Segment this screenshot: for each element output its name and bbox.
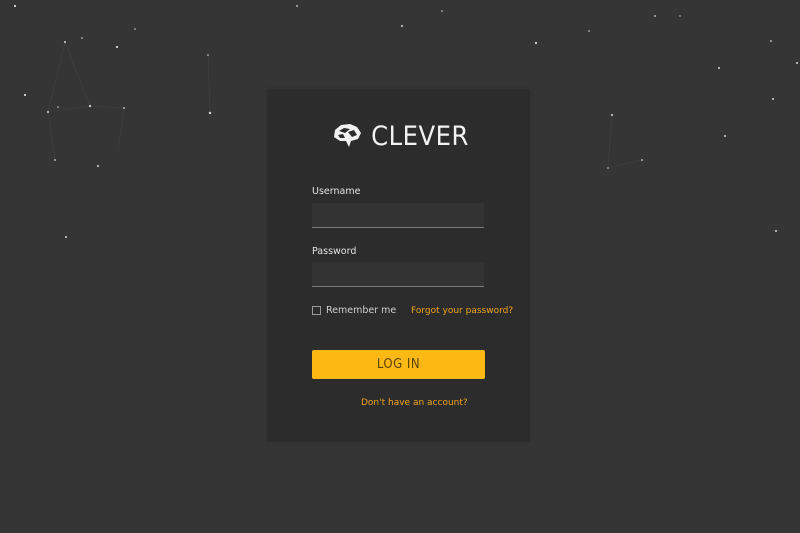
login-button[interactable]: LOG IN [312, 350, 485, 379]
brand-name: CLEVER [371, 120, 469, 152]
password-label: Password [312, 246, 357, 257]
username-input[interactable] [312, 203, 484, 228]
brand-logo: CLEVER [0, 119, 800, 153]
remember-me-checkbox[interactable] [312, 306, 321, 315]
remember-me-label: Remember me [326, 305, 397, 316]
username-label: Username [312, 186, 361, 197]
signup-link[interactable]: Don't have an account? [361, 398, 468, 408]
remember-me[interactable]: Remember me [312, 305, 396, 316]
forgot-password-link[interactable]: Forgot your password? [411, 306, 513, 316]
login-page: CLEVER Username Password Remember me For… [0, 0, 800, 533]
brain-icon [334, 124, 362, 147]
password-input[interactable] [312, 262, 484, 287]
